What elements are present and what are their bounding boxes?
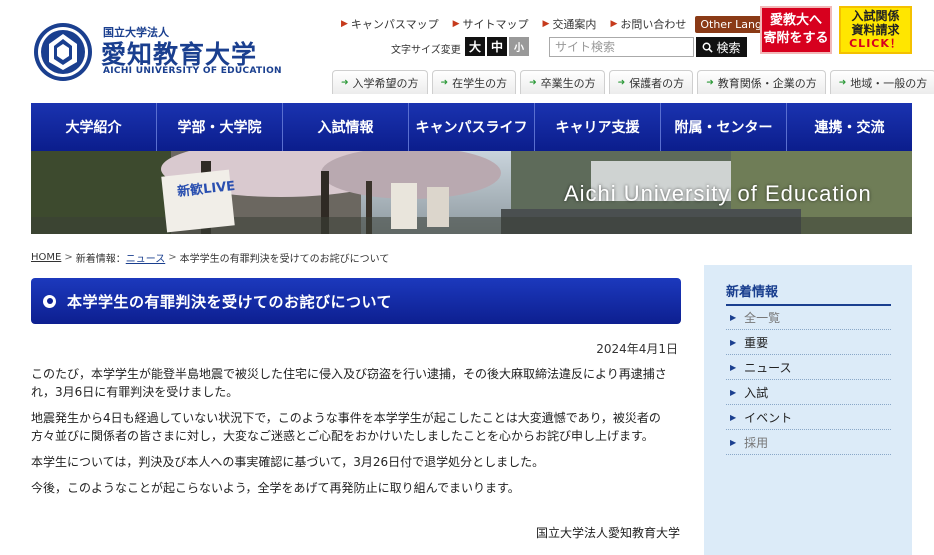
site-search-input[interactable]: サイト検索 xyxy=(549,37,694,57)
font-size-large-button[interactable]: 大 xyxy=(465,37,485,56)
arrow-right-icon: ▶ xyxy=(730,388,737,397)
breadcrumb-news-parent: 新着情報： xyxy=(75,254,126,265)
audience-tab-alumni[interactable]: ➜ 卒業生の方 xyxy=(520,70,605,94)
utility-link-contact[interactable]: ▶ お問い合わせ xyxy=(603,16,693,32)
font-size-medium-button[interactable]: 中 xyxy=(487,37,507,56)
font-size-small-button[interactable]: 小 xyxy=(509,37,529,56)
breadcrumb-separator-icon: > xyxy=(64,252,73,263)
search-button[interactable]: 検索 xyxy=(696,37,747,57)
utility-link-campus-map[interactable]: ▶ キャンパスマップ xyxy=(334,16,446,32)
nav-item-career[interactable]: キャリア支援 xyxy=(535,103,661,151)
arrow-right-icon: ▶ xyxy=(730,363,737,372)
utility-link-access[interactable]: ▶ 交通案内 xyxy=(536,16,604,32)
sidebar-list: ▶ 全一覧 ▶ 重要 ▶ ニュース ▶ 入試 ▶ イベント ▶ 採用 xyxy=(726,306,891,455)
hero-banner: 新歓LIVE Aichi University of Education xyxy=(31,151,912,234)
arrow-right-icon: ▶ xyxy=(730,413,737,422)
arrow-right-icon: ➜ xyxy=(341,77,349,88)
breadcrumb-news[interactable]: ニュース xyxy=(126,250,166,265)
nav-item-affiliates[interactable]: 附属・センター xyxy=(661,103,787,151)
breadcrumb: HOME > 新着情報： ニュース > 本学学生の有罪判決を受けてのお詫びについ… xyxy=(31,250,389,265)
article-paragraph: このたび，本学学生が能登半島地震で被災した住宅に侵入及び窃盗を行い逮捕，その後大… xyxy=(31,367,667,399)
audience-tab-prospective[interactable]: ➜ 入学希望の方 xyxy=(332,70,428,94)
article-title-bar: 本学学生の有罪判決を受けてのお詫びについて xyxy=(31,278,681,324)
sidebar-item-important[interactable]: ▶ 重要 xyxy=(726,331,891,355)
university-logo[interactable] xyxy=(33,22,93,82)
audience-tab-education-business[interactable]: ➜ 教育関係・企業の方 xyxy=(697,70,826,94)
nav-item-admissions[interactable]: 入試情報 xyxy=(283,103,409,151)
nav-item-faculties[interactable]: 学部・大学院 xyxy=(157,103,283,151)
nav-item-campus-life[interactable]: キャンパスライフ xyxy=(409,103,535,151)
article-title: 本学学生の有罪判決を受けてのお詫びについて xyxy=(67,292,393,311)
audience-tab-parents[interactable]: ➜ 保護者の方 xyxy=(608,70,694,94)
university-emblem-icon xyxy=(34,23,92,81)
arrow-right-icon: ▶ xyxy=(730,338,737,347)
utility-link-sitemap[interactable]: ▶ サイトマップ xyxy=(446,16,536,32)
arrow-right-icon: ➜ xyxy=(706,77,714,88)
audience-tab-current-students[interactable]: ➜ 在学生の方 xyxy=(431,70,517,94)
sidebar-heading: 新着情報 xyxy=(726,281,891,306)
donate-button[interactable]: 愛教大へ 寄附をする xyxy=(760,6,832,54)
breadcrumb-current: 本学学生の有罪判決を受けてのお詫びについて xyxy=(179,254,390,265)
arrow-right-icon: ▶ xyxy=(542,19,550,29)
sidebar-item-news[interactable]: ▶ ニュース xyxy=(726,356,891,380)
nav-item-about[interactable]: 大学紹介 xyxy=(31,103,157,151)
utility-links: ▶ キャンパスマップ ▶ サイトマップ ▶ 交通案内 ▶ お問い合わせ Other La… xyxy=(334,15,801,33)
breadcrumb-separator-icon: > xyxy=(168,252,177,263)
breadcrumb-home[interactable]: HOME xyxy=(31,252,61,263)
arrow-right-icon: ▶ xyxy=(730,313,737,322)
nav-item-partnerships[interactable]: 連携・交流 xyxy=(787,103,912,151)
arrow-right-icon: ➜ xyxy=(440,77,449,88)
audience-tabs: ➜ 入学希望の方 ➜ 在学生の方 ➜ 卒業生の方 ➜ 保護者の方 ➜ 教育関係・企業の方 … xyxy=(332,70,934,94)
article-signature: 国立大学法人愛知教育大学 xyxy=(535,526,680,540)
arrow-right-icon: ▶ xyxy=(610,19,618,29)
font-size-label: 文字サイズ変更 xyxy=(391,45,461,56)
sidebar-item-admissions[interactable]: ▶ 入試 xyxy=(726,381,891,405)
hero-caption: Aichi University of Education xyxy=(564,181,872,206)
arrow-right-icon: ▶ xyxy=(730,438,737,447)
article-body: このたび，本学学生が能登半島地震で被災した住宅に侵入及び窃盗を行い逮捕，その後大… xyxy=(31,365,681,505)
arrow-right-icon: ▶ xyxy=(452,19,460,29)
arrow-right-icon: ➜ xyxy=(617,77,626,88)
title-bullet-icon xyxy=(43,294,56,308)
article-paragraph: 地震発生から4日も経過していない状況下で，このような事件を本学学生が起こしたこと… xyxy=(31,411,661,443)
sidebar-item-events[interactable]: ▶ イベント xyxy=(726,406,891,430)
admission-materials-request-button[interactable]: 入試関係 資料請求 CLICK！ xyxy=(839,6,912,54)
global-nav: 大学紹介 学部・大学院 入試情報 キャンパスライフ キャリア支援 附属・センター… xyxy=(31,103,912,151)
sidebar-item-all[interactable]: ▶ 全一覧 xyxy=(726,306,891,330)
audience-tab-community[interactable]: ➜ 地域・一般の方 xyxy=(829,70,934,94)
arrow-right-icon: ➜ xyxy=(529,77,537,88)
article-paragraph: 本学生については，判決及び本人への事実確認に基づいて，3月26日付で退学処分とし… xyxy=(31,455,545,469)
logo-english-name: AICHI UNIVERSITY OF EDUCATION xyxy=(103,66,282,76)
news-sidebar: 新着情報 ▶ 全一覧 ▶ 重要 ▶ ニュース ▶ 入試 ▶ イベント ▶ 採用 xyxy=(704,265,912,555)
arrow-right-icon: ▶ xyxy=(341,19,348,29)
search-icon xyxy=(703,42,714,53)
article-date: 2024年4月1日 xyxy=(596,342,678,356)
sidebar-item-recruitment[interactable]: ▶ 採用 xyxy=(726,431,891,455)
arrow-right-icon: ➜ xyxy=(838,77,847,88)
article-paragraph: 今後，このようなことが起こらないよう，全学をあげて再発防止に取り組んでまいります… xyxy=(31,481,520,495)
